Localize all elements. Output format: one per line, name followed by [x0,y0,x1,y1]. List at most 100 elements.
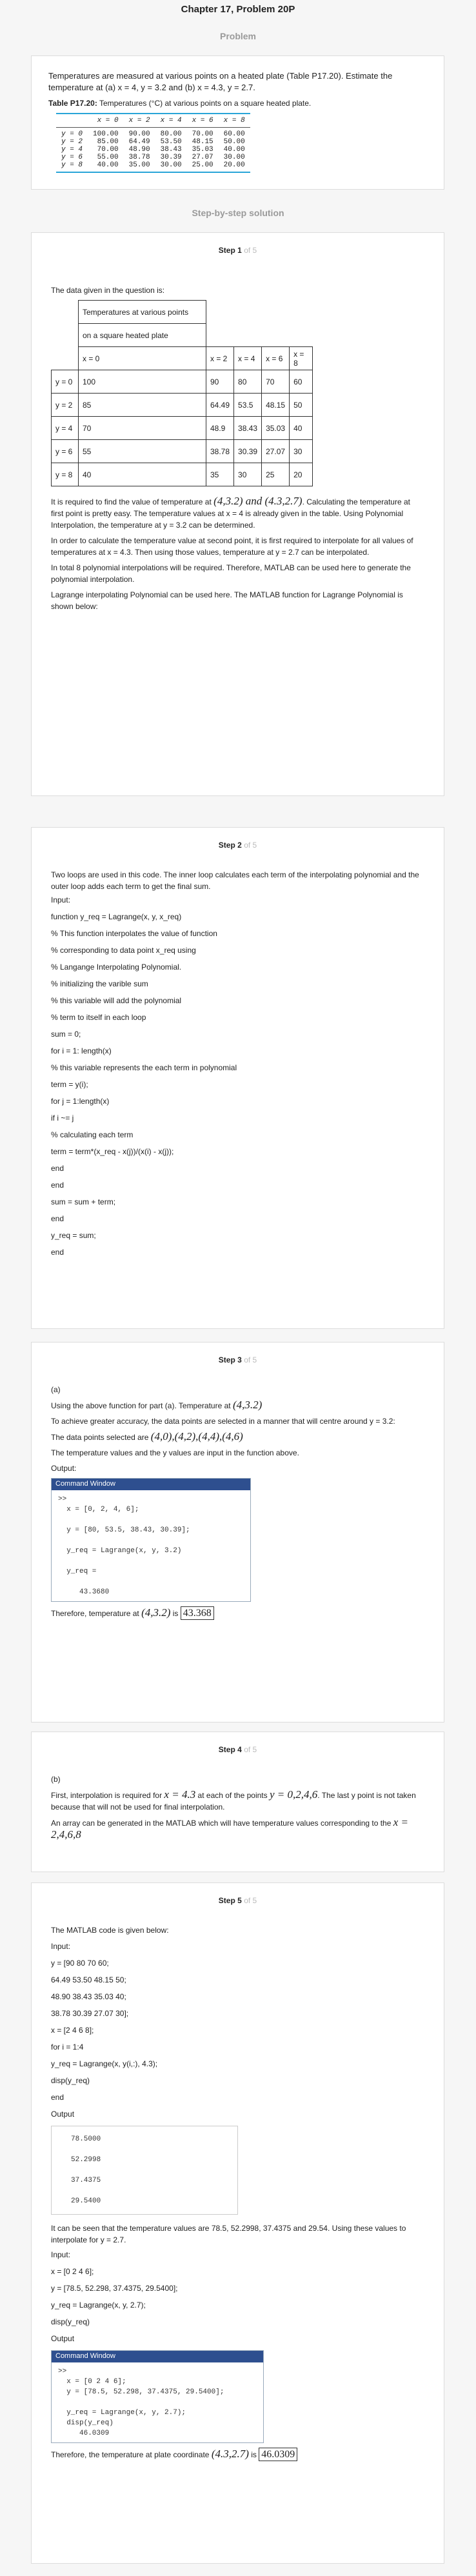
step-5-code: Input: y = [90 80 70 60; 64.49 53.50 48.15… [51,1941,424,2119]
problem-table-cell: 53.50 [160,138,182,146]
problem-table-cell: 70.00 [192,130,213,138]
given-table-cell: 53.5 [233,393,263,417]
problem-table-cell: 100.00 [93,130,119,138]
code-line: Output [51,2110,75,2119]
given-table-row: y = 2 85 64.49 53.5 48.15 50 [51,393,313,417]
code-line: for j = 1:length(x) [51,1097,110,1106]
given-table-cell: 38.43 [233,416,263,440]
step-4-part: (b) [51,1775,61,1784]
given-table-cell: 40 [78,463,206,486]
step-4-card: Step 4 of 5 (b) First, interpolation is … [31,1732,444,1872]
step-1-p1: It is required to find the value of temp… [51,495,410,530]
code-line: disp(y_req) [51,2076,90,2085]
step-4-p1: First, interpolation is required for x =… [51,1788,416,1812]
problem-table-cell: 35.00 [123,161,155,173]
step-5-after: It can be seen that the temperature valu… [51,2224,406,2244]
given-table-cell: y = 8 [51,463,79,486]
given-table-cell: y = 6 [51,439,79,463]
step-3-p4: The temperature values and the y values … [51,1448,299,1457]
code-line: Input: [51,895,71,904]
problem-table-cell: 55.00 [97,154,119,161]
result-a-value: 43.368 [180,1606,214,1620]
given-table-title-2: on a square heated plate [78,323,206,347]
step-3-p3: The data points selected are (4,0),(4,2)… [51,1430,243,1443]
code-line: Input: [51,1942,71,1951]
page-title: Chapter 17, Problem 20P [181,4,295,15]
given-table-row: x = 0x = 2x = 4x = 6x = 8 [52,346,313,370]
code-line: term = y(i); [51,1080,88,1089]
code-line: for i = 1: length(x) [51,1046,112,1055]
code-line: % this variable will add the polynomial [51,996,182,1005]
code-line: % this variable represents the each term… [51,1063,237,1072]
table-caption-text: Temperatures (°C) at various points on a… [99,99,312,108]
given-table-cell: 70 [78,416,206,440]
step-5-intro: The MATLAB code is given below: [51,1926,169,1935]
given-table-row: y = 6 55 38.78 30.39 27.07 30 [51,439,313,463]
step-4-header: Step 4 of 5 [218,1745,257,1754]
problem-table-cell: y = 0 [61,130,83,138]
problem-table-cell: 25.00 [186,161,219,173]
table-caption: Table P17.20: Temperatures (°C) at vario… [48,97,427,109]
code-line: y_req = Lagrange(x, y, 2.7); [51,2301,146,2310]
given-table-cell: 40 [289,416,313,440]
command-window-title-b: Command Window [52,2351,263,2362]
problem-table-cell: 30.00 [223,154,245,161]
problem-table-cell: 40.00 [88,161,124,173]
code-line: % calculating each term [51,1130,134,1139]
code-line: Input: [51,2250,71,2259]
code-line: x = [2 4 6 8]; [51,2026,94,2035]
problem-table-cell: 70.00 [97,146,119,154]
problem-text: Temperatures are measured at various poi… [48,71,393,92]
problem-table-cell: 20.00 [218,161,250,173]
problem-table-row: y = 4 70.00 48.90 38.43 35.03 40.00 [56,146,250,154]
given-table-cell: 38.78 [205,439,235,463]
given-table-cell: x = 0 [78,346,206,370]
given-table-cell: 50 [289,393,313,417]
given-table-cell: 48.15 [261,393,290,417]
problem-table-header: x = 4 [155,113,187,128]
step-3-card: Step 3 of 5 (a) Using the above function… [31,1342,444,1722]
given-table-cell: 100 [78,370,206,394]
step-2-intro: Two loops are used in this code. The inn… [51,870,419,891]
code-line: sum = 0; [51,1030,81,1039]
given-table-cell: 70 [261,370,290,394]
problem-table-cell: 90.00 [128,130,150,138]
code-line: % This function interpolates the value o… [51,929,217,938]
given-table-cell: 55 [78,439,206,463]
given-table-cell: 80 [233,370,263,394]
step-3-p1: Using the above function for part (a). T… [51,1399,263,1411]
step-5-header: Step 5 of 5 [218,1896,257,1905]
given-table-cell: 30 [233,463,263,486]
step-2-card: Step 2 of 5 Two loops are used in this c… [31,827,444,1329]
code-line: % term to itself in each loop [51,1013,146,1022]
given-table-cell: 85 [78,393,206,417]
problem-table-cell: 85.00 [97,138,119,146]
given-table-cell: 30.39 [233,439,263,463]
given-table-cell: 64.49 [205,393,235,417]
given-table-cell: x = 2 [205,346,235,370]
code-line: y_req = sum; [51,1231,96,1240]
code-line: disp(y_req) [51,2317,90,2326]
code-line: % initializing the varible sum [51,979,148,988]
problem-table-row: y = 0 100.00 90.00 80.00 70.00 60.00 [56,128,250,139]
code-line: x = [0 2 4 6]; [51,2267,94,2276]
problem-table-cell: 80.00 [160,130,182,138]
code-line: % corresponding to data point x_req usin… [51,946,196,955]
problem-table-cell: 48.90 [128,146,150,154]
given-table-cell: 30 [289,439,313,463]
code-line: % Langange Interpolating Polynomial. [51,963,182,972]
code-line: Output [51,2334,75,2343]
code-line: end [51,2093,64,2102]
problem-table-header: x = 0 [88,113,124,128]
code-line: if i ~= j [51,1113,74,1123]
code-line: y = [90 80 70 60; [51,1959,109,1968]
problem-table-cell: y = 6 [61,154,83,161]
given-table-cell: 60 [289,370,313,394]
step-1-p2: In order to calculate the temperature va… [51,536,413,557]
step-3-output-label: Output: [51,1464,77,1473]
code-line: end [51,1248,64,1257]
step-1-p3: In total 8 polynomial interpolations wil… [51,563,411,584]
code-line: y_req = Lagrange(x, y(i,:), 4.3); [51,2059,158,2068]
problem-table-cell: 30.00 [155,161,187,173]
code-line: for i = 1:4 [51,2042,84,2052]
